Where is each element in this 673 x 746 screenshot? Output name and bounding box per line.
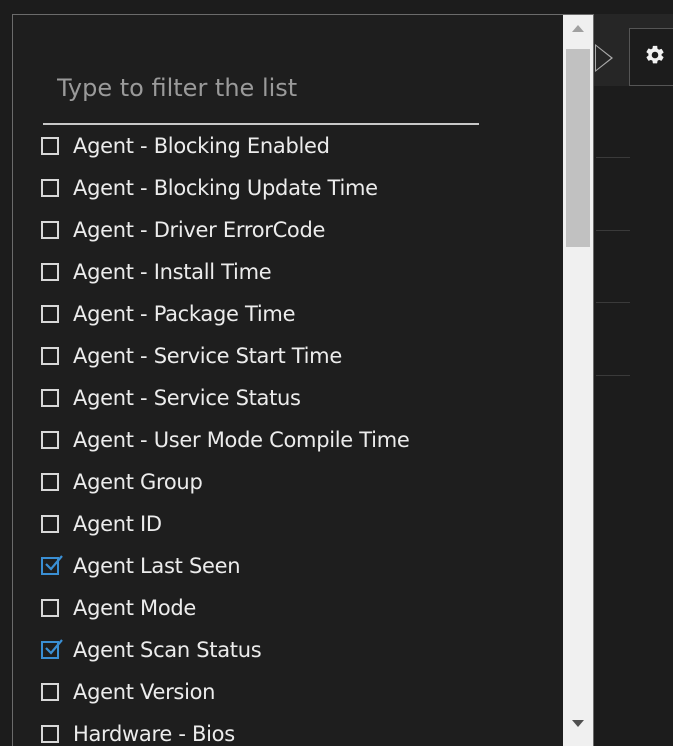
- list-item-label: Agent - Service Status: [73, 386, 301, 410]
- arrow-down-icon[interactable]: [572, 720, 584, 727]
- arrow-up-icon[interactable]: [572, 25, 584, 32]
- list-item[interactable]: Agent Group: [41, 461, 561, 503]
- checkbox-icon[interactable]: [41, 431, 59, 449]
- list-item[interactable]: Agent - Service Status: [41, 377, 561, 419]
- checkbox-icon[interactable]: [41, 515, 59, 533]
- background-divider: [596, 375, 630, 376]
- checkbox-icon[interactable]: [41, 347, 59, 365]
- checkbox-icon[interactable]: [41, 599, 59, 617]
- list-item-label: Agent - Blocking Enabled: [73, 134, 330, 158]
- list-item[interactable]: Agent - Install Time: [41, 251, 561, 293]
- list-item[interactable]: Agent - Blocking Update Time: [41, 167, 561, 209]
- checkbox-checked-icon[interactable]: [41, 639, 63, 659]
- background-divider: [596, 302, 630, 303]
- scrollbar[interactable]: [563, 15, 593, 746]
- list-item-label: Agent - Package Time: [73, 302, 296, 326]
- list-item-label: Agent - Blocking Update Time: [73, 176, 378, 200]
- background-divider: [596, 230, 630, 231]
- list-item-label: Agent - Install Time: [73, 260, 272, 284]
- list-item-label: Hardware - Bios: [73, 722, 235, 746]
- list-item-label: Agent ID: [73, 512, 162, 536]
- list-item-label: Agent - Service Start Time: [73, 344, 342, 368]
- list-item[interactable]: Agent Last Seen: [41, 545, 561, 587]
- list-item[interactable]: Agent ID: [41, 503, 561, 545]
- checkbox-icon[interactable]: [41, 725, 59, 743]
- column-chooser-dropdown: Agent - Blocking Enabled Agent - Blocking…: [12, 14, 594, 746]
- checkbox-icon[interactable]: [41, 137, 59, 155]
- list-item-label: Agent - User Mode Compile Time: [73, 428, 410, 452]
- gear-icon: [644, 44, 666, 70]
- filter-input[interactable]: [43, 67, 479, 123]
- list-item[interactable]: Agent - Driver ErrorCode: [41, 209, 561, 251]
- list-item[interactable]: Agent - Package Time: [41, 293, 561, 335]
- list-item[interactable]: Agent - User Mode Compile Time: [41, 419, 561, 461]
- column-list: Agent - Blocking Enabled Agent - Blocking…: [41, 125, 561, 746]
- list-item-label: Agent Mode: [73, 596, 197, 620]
- list-item-label: Agent Scan Status: [73, 638, 262, 662]
- checkbox-checked-icon[interactable]: [41, 555, 63, 575]
- caret-right-icon-fill: [596, 46, 611, 70]
- list-item[interactable]: Agent Version: [41, 671, 561, 713]
- list-item-label: Agent Version: [73, 680, 216, 704]
- filter-field: [43, 67, 479, 125]
- list-item[interactable]: Agent - Blocking Enabled: [41, 125, 561, 167]
- checkbox-icon[interactable]: [41, 683, 59, 701]
- settings-button[interactable]: [629, 28, 673, 86]
- list-item[interactable]: Agent Mode: [41, 587, 561, 629]
- checkbox-icon[interactable]: [41, 221, 59, 239]
- checkbox-icon[interactable]: [41, 179, 59, 197]
- app-frame: Agent - Blocking Enabled Agent - Blocking…: [0, 0, 673, 746]
- list-item[interactable]: Agent - Service Start Time: [41, 335, 561, 377]
- checkbox-icon[interactable]: [41, 473, 59, 491]
- checkbox-icon[interactable]: [41, 263, 59, 281]
- list-item-label: Agent - Driver ErrorCode: [73, 218, 326, 242]
- list-item[interactable]: Hardware - Bios: [41, 713, 561, 746]
- checkbox-icon[interactable]: [41, 305, 59, 323]
- scrollbar-thumb[interactable]: [566, 49, 590, 247]
- background-divider: [596, 157, 630, 158]
- list-item-label: Agent Last Seen: [73, 554, 241, 578]
- checkbox-icon[interactable]: [41, 389, 59, 407]
- list-item[interactable]: Agent Scan Status: [41, 629, 561, 671]
- list-item-label: Agent Group: [73, 470, 203, 494]
